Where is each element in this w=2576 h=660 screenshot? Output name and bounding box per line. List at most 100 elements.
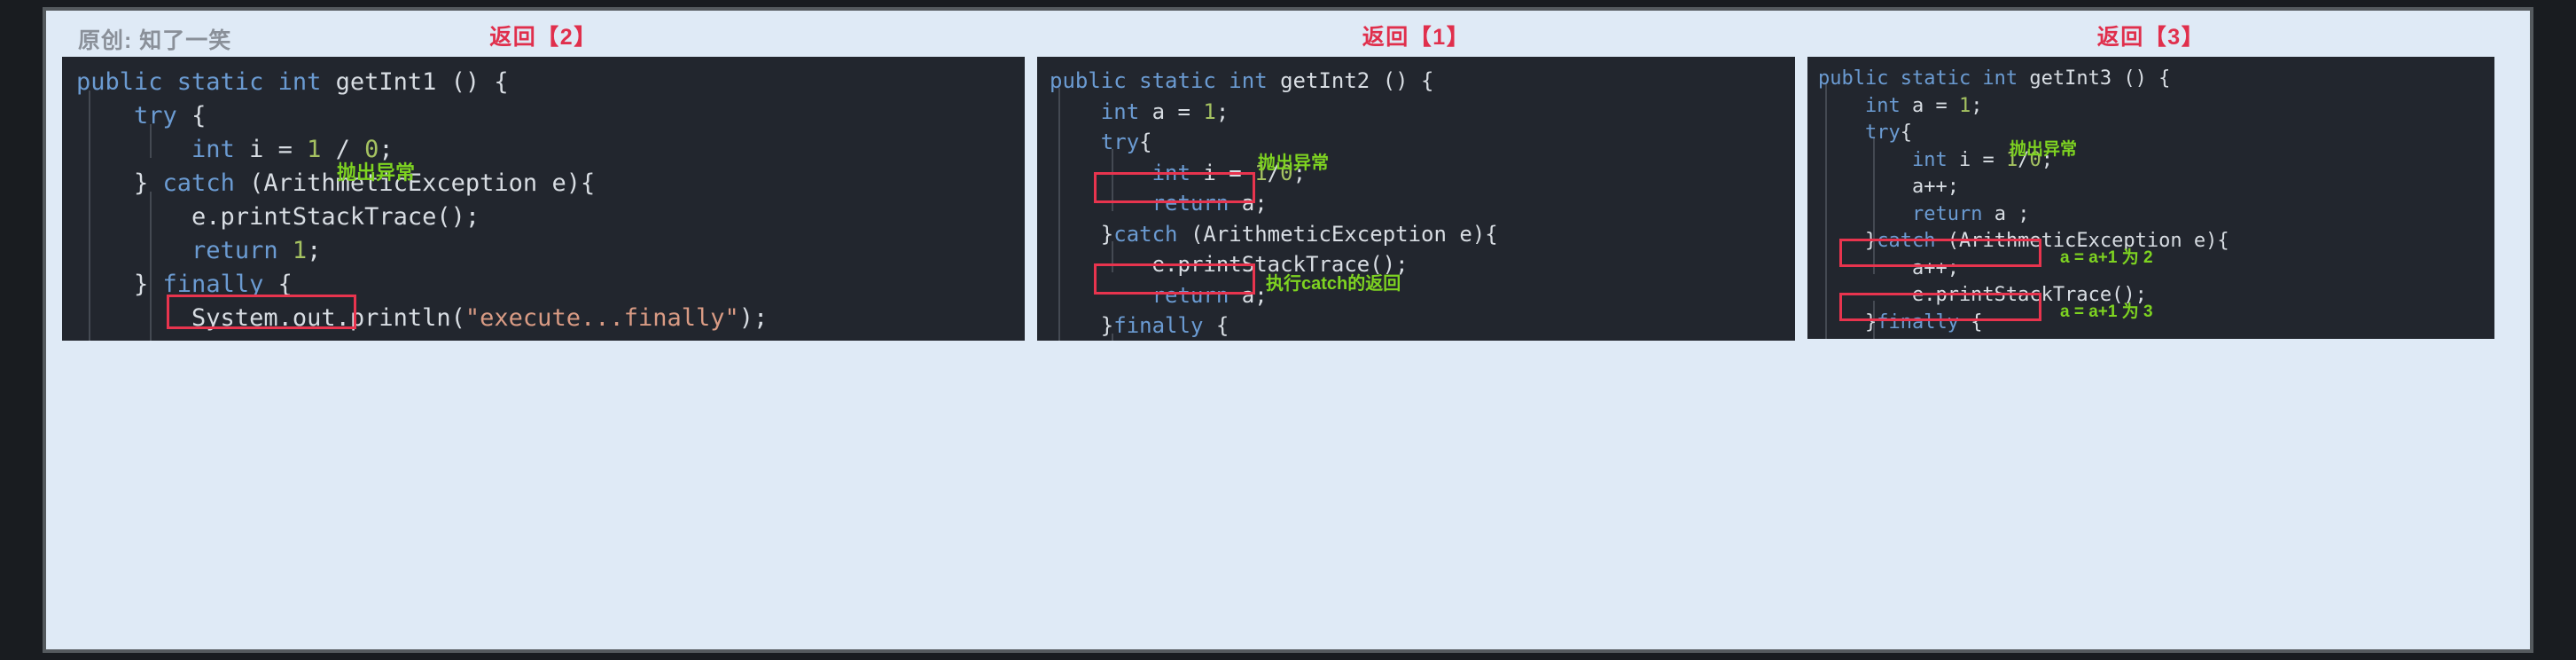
code-lines-3: public static int getInt3 () { int a = 1… [1807, 57, 2494, 339]
code-line: }finally { [1037, 310, 1795, 341]
annotation-note: 执行catch的返回 [1266, 274, 1401, 294]
code-token: catch [162, 169, 235, 197]
annotation-note: 抛出异常 [337, 161, 416, 184]
code-token: { [1139, 130, 1152, 154]
code-line: } catch (ArithmeticException e){ [62, 167, 1025, 200]
code-line: try{ [1807, 120, 2494, 147]
column-heading-1: 返回【2】 [489, 25, 597, 50]
annotation-note: 抛出异常 [2010, 140, 2078, 159]
code-token: { [263, 271, 293, 298]
code-token: (ArithmeticException e){ [1177, 221, 1498, 247]
code-token: catch [1113, 221, 1178, 247]
code-token: ); [738, 304, 769, 332]
code-column-2: 返回【1】 public static int getInt2 () { int… [1037, 18, 1795, 614]
code-token: int [191, 136, 235, 163]
code-line: }catch (ArithmeticException e){ [1037, 219, 1795, 250]
code-line: System.out.println("execute...finally"); [62, 302, 1025, 335]
code-token: 1 [1958, 94, 1971, 117]
code-token: a++; [1818, 338, 1959, 339]
code-column-1: 返回【2】 public static int getInt1 () { try… [62, 18, 1025, 614]
code-token: a; [1229, 191, 1268, 216]
code-token: public static int [1818, 67, 2030, 90]
code-token: a++; [1818, 256, 1959, 279]
code-card-3: public static int getInt3 () { int a = 1… [1807, 57, 2494, 339]
code-line: return 1; [62, 234, 1025, 268]
code-token: { [1203, 313, 1229, 338]
code-token: a++; [1818, 176, 1959, 198]
code-line: a++; [1807, 174, 2494, 201]
code-token: e.printStackTrace(); [76, 203, 480, 231]
code-card-2: public static int getInt2 () { int a = 1… [1037, 57, 1795, 341]
page-frame: 原创: 知了一笑 返回【2】 public static int getInt1… [43, 7, 2533, 653]
code-line: return a; [1037, 280, 1795, 311]
code-line: } finally { [62, 268, 1025, 302]
code-line: a++; [1807, 336, 2494, 339]
code-token: return [191, 338, 278, 341]
code-token: 1 [307, 136, 322, 163]
code-lines-1: public static int getInt1 () { try { int… [62, 57, 1025, 341]
code-token: try [1864, 122, 1901, 144]
code-line: return a; [1037, 188, 1795, 219]
code-token: int [1911, 148, 1948, 171]
code-line: return a ; [1807, 201, 2494, 229]
code-lines-2: public static int getInt2 () { int a = 1… [1037, 57, 1795, 341]
code-token: public static int [76, 68, 336, 96]
code-line: public static int getInt1 () { [62, 66, 1025, 99]
code-token: try [134, 102, 177, 130]
code-token: return [1151, 191, 1229, 216]
code-line: int a = 1; [1037, 97, 1795, 128]
code-token: 1 [1203, 98, 1216, 124]
code-token: finally [162, 271, 264, 298]
code-token: a = [1900, 94, 1959, 117]
code-token: i = [234, 136, 308, 163]
code-token: 1 [292, 237, 308, 264]
code-token: getInt3 () { [2029, 67, 2171, 90]
code-token: catch [1877, 230, 1936, 252]
code-line: int a = 1; [1807, 93, 2494, 121]
code-line: e.printStackTrace(); [62, 200, 1025, 234]
column-heading-3: 返回【3】 [2096, 25, 2205, 50]
code-token: } [1818, 230, 1877, 252]
code-line: public static int getInt2 () { [1037, 66, 1795, 97]
code-token: a; [1229, 282, 1268, 308]
code-token: return [1151, 282, 1229, 308]
code-token: int [1151, 160, 1190, 185]
code-token: int [1864, 94, 1901, 117]
code-line: try { [62, 99, 1025, 133]
code-token: int [1100, 98, 1140, 124]
code-column-3: 返回【3】 public static int getInt3 () { int… [1807, 18, 2494, 614]
code-token: ; [307, 338, 321, 341]
code-token: } [1818, 310, 1877, 334]
code-line: public static int getInt3 () { [1807, 66, 2494, 93]
code-token: try [1100, 130, 1140, 154]
code-token: getInt1 () { [335, 68, 509, 96]
code-line: e.printStackTrace(); [1037, 249, 1795, 280]
code-token: } [1050, 221, 1114, 247]
code-token: i = [1190, 160, 1255, 185]
code-token: finally [1113, 313, 1204, 338]
code-token: } [76, 169, 163, 197]
code-token: ; [1215, 98, 1229, 124]
code-token: a = [1139, 98, 1204, 124]
code-line: int i = 1/0; [1807, 147, 2494, 175]
code-token: return [191, 237, 278, 264]
code-line: try{ [1037, 127, 1795, 158]
code-token: ; [307, 237, 322, 264]
annotation-note: a = a+1 为 2 [2060, 248, 2153, 267]
code-token: { [1900, 122, 1912, 144]
code-token: } [76, 271, 163, 298]
